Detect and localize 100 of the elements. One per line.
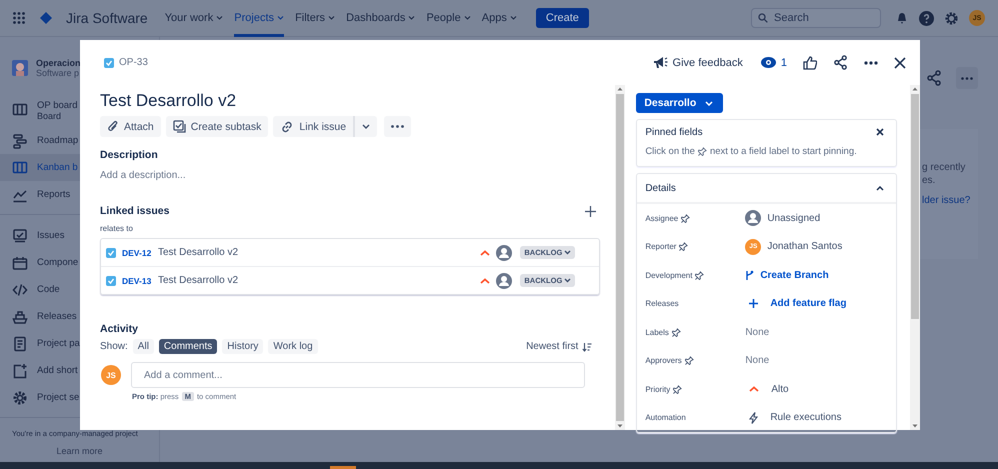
issue-key-link[interactable]: OP-33 xyxy=(119,57,148,68)
task-checkbox-icon xyxy=(104,58,114,68)
components-icon xyxy=(12,254,28,270)
user-avatar: JS xyxy=(101,365,121,385)
project-name[interactable]: Operacion xyxy=(36,58,81,68)
branch-icon xyxy=(745,270,754,281)
notification-bell-icon[interactable] xyxy=(895,11,909,25)
watchers-button[interactable]: 1 xyxy=(760,56,787,68)
add-feature-flag-link[interactable]: Add feature flag xyxy=(770,298,846,310)
search-field[interactable]: Search xyxy=(751,8,881,28)
issue-key-link[interactable]: DEV-13 xyxy=(122,276,152,286)
link-icon xyxy=(280,120,294,134)
project-avatar-icon xyxy=(12,60,28,76)
thumbs-up-icon[interactable] xyxy=(803,56,817,70)
field-value[interactable]: Jonathan Santos xyxy=(767,241,842,252)
close-icon[interactable] xyxy=(876,128,884,136)
sort-icon xyxy=(582,342,592,352)
more-icon xyxy=(961,76,973,80)
pin-icon[interactable] xyxy=(695,270,704,280)
create-subtask-button[interactable]: Create subtask xyxy=(166,116,268,137)
activity-filter-tab[interactable]: History xyxy=(222,339,264,354)
caret-icon xyxy=(328,16,336,20)
close-icon[interactable] xyxy=(894,56,906,68)
caret-icon xyxy=(277,16,284,20)
subtask-icon xyxy=(172,120,186,133)
pin-icon[interactable] xyxy=(681,214,690,223)
caret-icon xyxy=(564,278,572,283)
field-value[interactable]: None xyxy=(745,355,770,366)
more-icon[interactable] xyxy=(864,60,878,64)
panel-text: g recently xyxy=(922,161,966,174)
pin-icon[interactable] xyxy=(684,356,694,366)
priority-high-icon xyxy=(749,386,760,392)
attach-button[interactable]: Attach xyxy=(100,116,161,137)
card-title: Pinned fields xyxy=(645,126,703,138)
scroll-up-icon[interactable] xyxy=(617,85,624,93)
learn-more-link[interactable]: Learn more xyxy=(0,446,159,456)
field-value[interactable]: None xyxy=(745,326,770,338)
field-value[interactable]: Rule executions xyxy=(770,412,842,424)
hint-text: next to a field label to start pinning. xyxy=(710,146,857,157)
taskbar-indicator xyxy=(330,466,356,469)
scroll-up-icon[interactable] xyxy=(912,85,918,93)
nav-menu-item[interactable]: Your work xyxy=(164,0,224,36)
nav-menu-item[interactable]: Projects xyxy=(234,0,284,36)
more-actions-button[interactable] xyxy=(956,67,978,89)
link-issue-button[interactable]: Link issue xyxy=(273,116,354,137)
scroll-down-icon[interactable] xyxy=(617,422,624,430)
scrollbar[interactable] xyxy=(910,85,920,430)
settings-icon[interactable] xyxy=(944,10,959,26)
caret-icon xyxy=(362,124,370,129)
nav-menu-item[interactable]: People xyxy=(426,0,471,36)
create-button[interactable]: Create xyxy=(536,8,589,28)
board-icon xyxy=(12,102,28,118)
hint-text: Click on the xyxy=(645,146,695,157)
priority-high-icon xyxy=(480,278,490,284)
section-heading: Activity xyxy=(100,323,139,335)
eye-icon xyxy=(760,57,776,68)
add-icon xyxy=(749,299,758,308)
add-icon[interactable] xyxy=(585,206,596,216)
pin-icon[interactable] xyxy=(672,328,681,337)
project-type: Software p xyxy=(36,68,80,78)
collapse-chevron-icon[interactable] xyxy=(876,186,884,190)
activity-filter-tab[interactable]: Work log xyxy=(268,339,318,354)
sort-button[interactable]: Newest first xyxy=(520,340,600,353)
nav-menu-item[interactable]: Dashboards xyxy=(346,0,416,36)
nav-menu-item[interactable]: Apps xyxy=(482,0,517,36)
more-icon xyxy=(391,125,404,128)
give-feedback-button[interactable]: Give feedback xyxy=(652,56,743,69)
comment-field[interactable]: Add a comment... xyxy=(131,362,586,388)
pin-icon[interactable] xyxy=(679,242,688,252)
field-label: Approvers xyxy=(645,356,682,366)
field-value[interactable]: Unassigned xyxy=(767,212,820,224)
field-value[interactable]: Alto xyxy=(771,384,789,395)
pin-icon xyxy=(698,147,707,156)
user-silhouette-icon xyxy=(496,272,512,288)
scroll-down-icon[interactable] xyxy=(912,422,918,430)
activity-filter-tab[interactable]: All xyxy=(132,339,154,354)
nav-menu-item[interactable]: Filters xyxy=(295,0,336,36)
share-icon[interactable] xyxy=(833,55,848,70)
issue-key-link[interactable]: DEV-12 xyxy=(122,248,152,258)
add-icon xyxy=(12,362,28,378)
show-label: Show: xyxy=(100,341,128,352)
caret-icon xyxy=(464,16,471,20)
product-name[interactable]: Jira Software xyxy=(66,10,148,26)
field-label: Development xyxy=(645,270,692,280)
app-switcher-icon[interactable] xyxy=(13,12,25,24)
more-button[interactable] xyxy=(384,116,412,137)
section-heading: Linked issues xyxy=(100,205,170,217)
scrollbar[interactable] xyxy=(615,85,626,430)
status-dropdown-button[interactable]: Desarrollo xyxy=(636,93,724,113)
search-icon xyxy=(758,13,768,23)
relation-label: relates to xyxy=(100,224,134,233)
create-branch-link[interactable]: Create Branch xyxy=(760,270,829,281)
activity-filter-tab[interactable]: Comments xyxy=(158,339,218,354)
issue-title[interactable]: Test Desarrollo v2 xyxy=(100,91,600,111)
caret-icon xyxy=(510,16,517,20)
caret-icon xyxy=(216,16,224,20)
pin-icon[interactable] xyxy=(673,384,682,394)
help-icon[interactable] xyxy=(919,10,934,26)
panel-link[interactable]: lder issue? xyxy=(922,195,978,206)
releases-icon xyxy=(12,308,28,324)
